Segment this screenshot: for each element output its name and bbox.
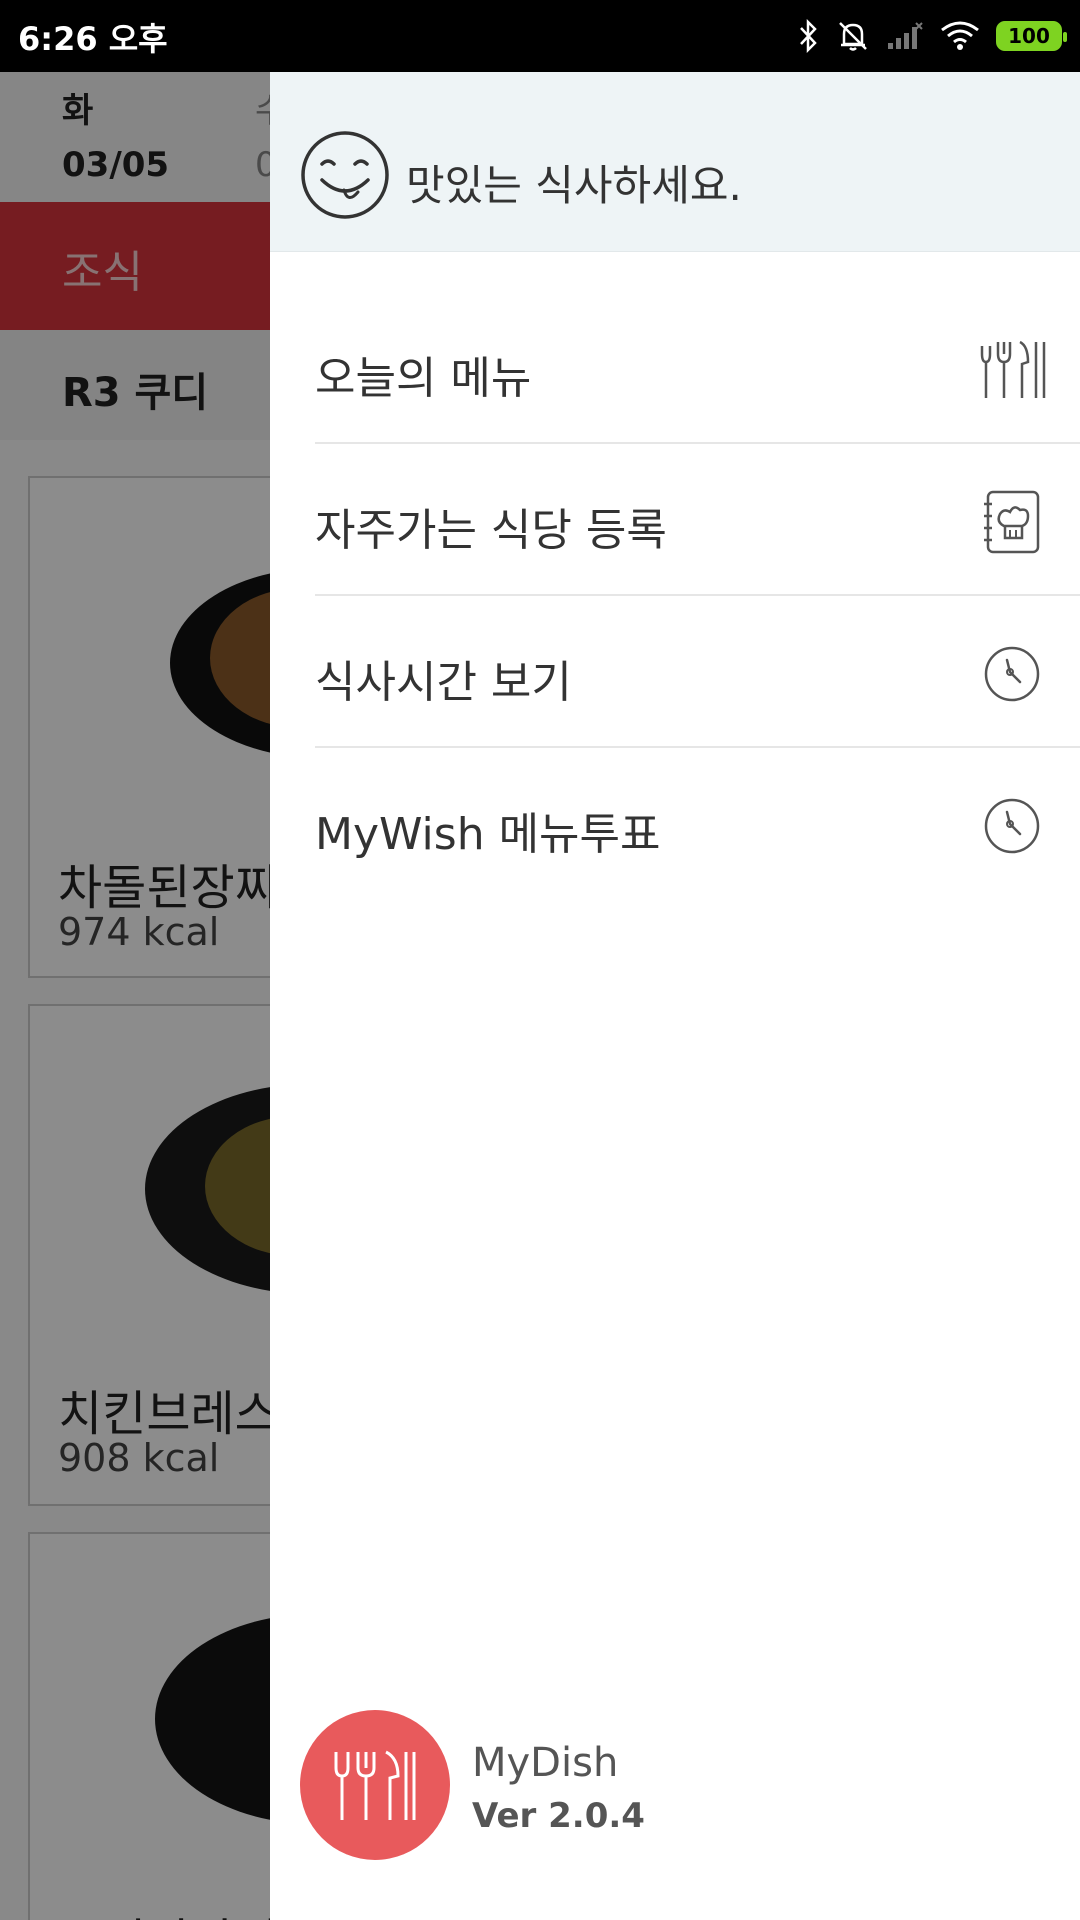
app-name: MyDish — [472, 1740, 619, 1786]
drawer-item-todays-menu[interactable]: 오늘의 메뉴 — [315, 292, 1080, 444]
drawer-header: 맛있는 식사하세요. — [270, 72, 1080, 252]
drawer-footer: MyDish Ver 2.0.4 — [300, 1710, 1060, 1860]
clock-icon — [984, 646, 1040, 702]
navigation-drawer: 맛있는 식사하세요. 오늘의 메뉴 자주가는 식당 등록 식사시간 보기 MyW… — [270, 72, 1080, 1920]
status-time: 6:26 오후 — [18, 20, 168, 58]
greeting-text: 맛있는 식사하세요. — [406, 161, 742, 210]
drawer-item-favorite-restaurant[interactable]: 자주가는 식당 등록 — [315, 444, 1080, 596]
drawer-item-label: 식사시간 보기 — [315, 657, 572, 708]
app-logo — [300, 1710, 450, 1860]
app-version: Ver 2.0.4 — [472, 1796, 645, 1836]
cutlery-icon — [980, 340, 1046, 398]
signal-icon — [888, 22, 923, 49]
clock-icon — [984, 798, 1040, 854]
wifi-icon — [941, 21, 979, 50]
drawer-item-meal-times[interactable]: 식사시간 보기 — [315, 596, 1080, 748]
status-bar: 6:26 오후 100 — [0, 0, 1080, 72]
status-icons: 100 — [798, 16, 1067, 56]
cutlery-logo-icon — [334, 1750, 416, 1820]
bluetooth-icon — [800, 19, 817, 53]
drawer-item-label: 오늘의 메뉴 — [315, 353, 532, 404]
drawer-item-mywish-vote[interactable]: MyWish 메뉴투표 — [315, 748, 1080, 900]
smile-face-icon — [301, 131, 389, 219]
bell-off-icon — [839, 22, 867, 51]
drawer-item-label: 자주가는 식당 등록 — [315, 505, 667, 556]
chef-notebook-icon — [984, 490, 1040, 554]
battery-icon: 100 — [996, 21, 1067, 51]
drawer-item-label: MyWish 메뉴투표 — [315, 809, 661, 860]
